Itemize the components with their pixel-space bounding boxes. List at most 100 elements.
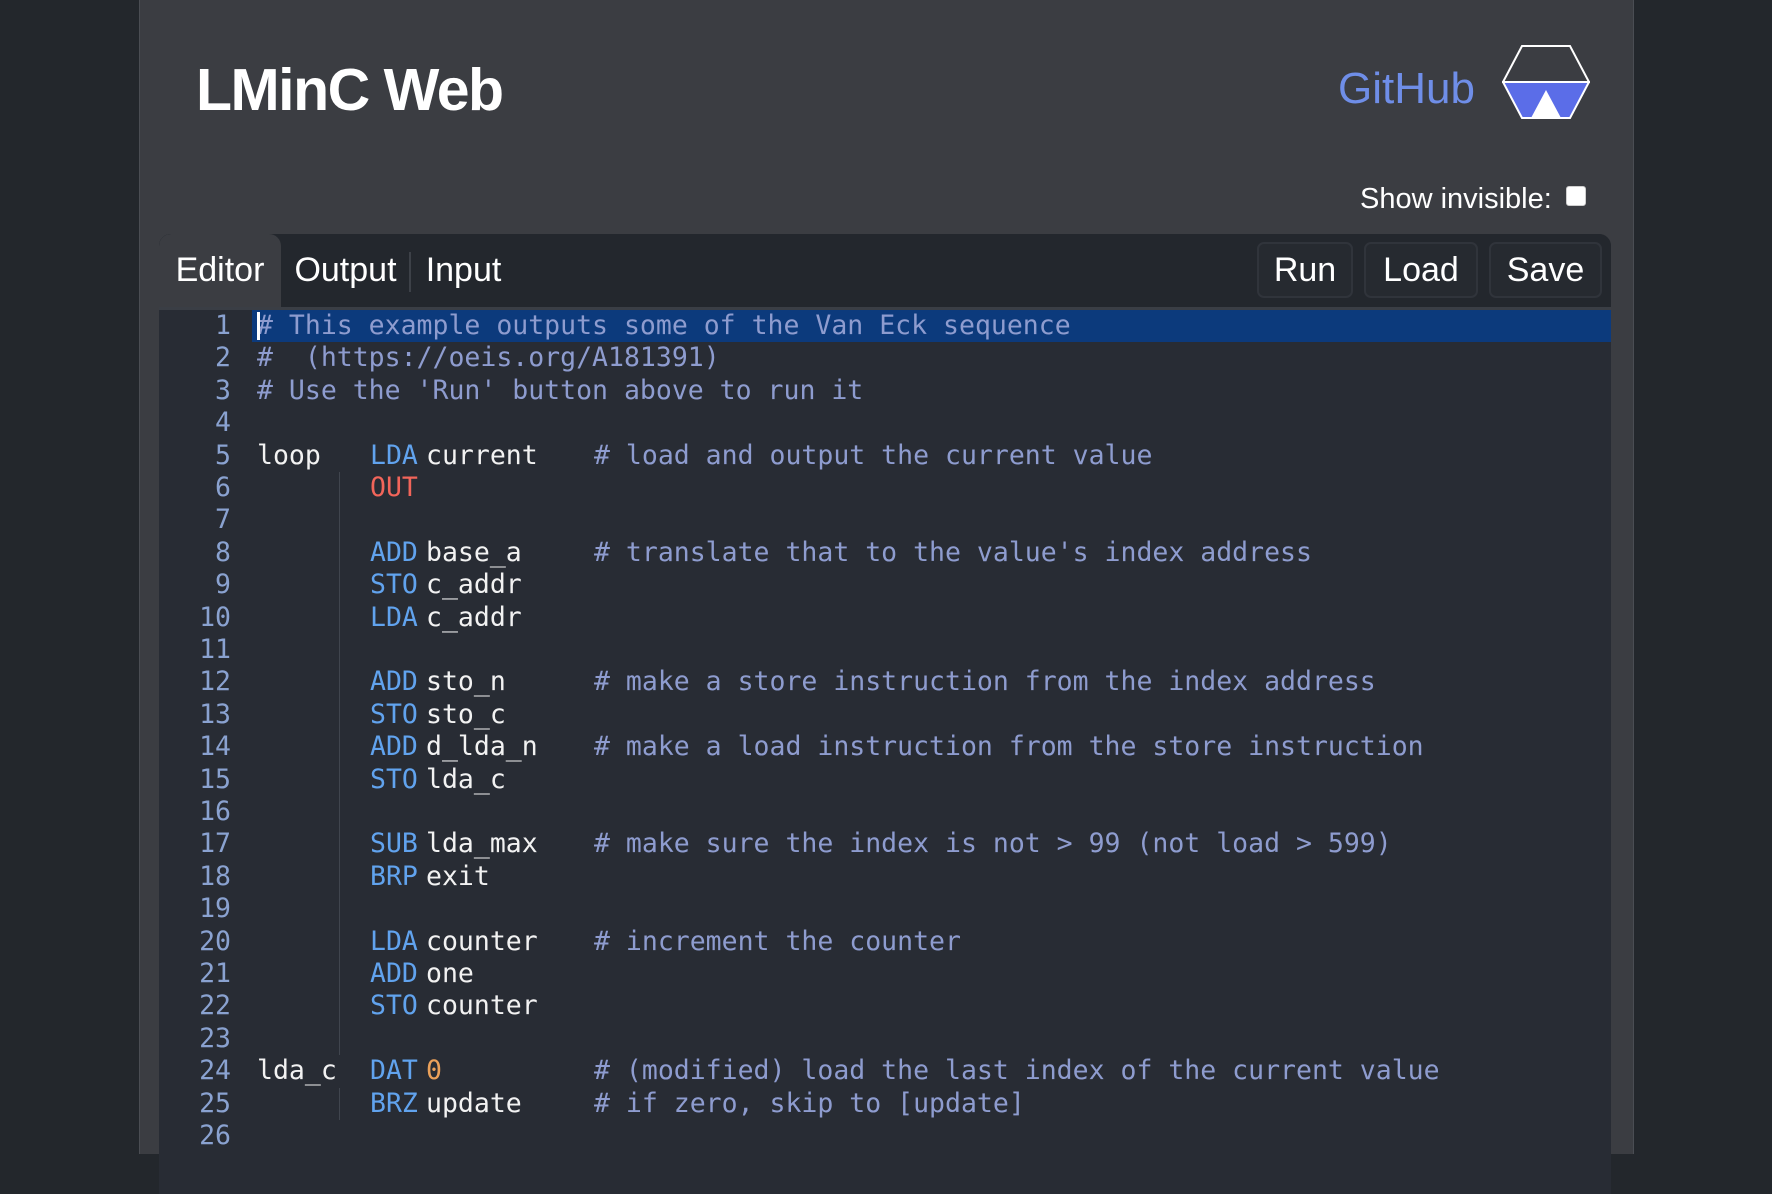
- indent-guide: [339, 634, 340, 667]
- indent-guide: [339, 472, 340, 505]
- code-opcode: DAT: [370, 1055, 418, 1087]
- line-number: 1: [215, 310, 231, 341]
- code-opcode: BRZ: [370, 1087, 418, 1119]
- show-invisible-option: Show invisible:: [1360, 182, 1586, 216]
- save-button[interactable]: Save: [1489, 242, 1602, 298]
- code-operand: counter: [426, 990, 538, 1022]
- code-opcode: STO: [370, 569, 418, 601]
- code-line[interactable]: 2 # (https://oeis.org/A181391): [159, 342, 1611, 374]
- code-line[interactable]: 1 # This example outputs some of the Van …: [159, 310, 1611, 343]
- line-number: 18: [199, 860, 231, 892]
- code-opcode: BRP: [370, 860, 418, 892]
- indent-guide: [339, 504, 340, 537]
- line-number: 26: [199, 1120, 231, 1151]
- code-line[interactable]: 6 OUT: [159, 472, 1611, 505]
- line-number: 2: [215, 342, 231, 374]
- line-number: 3: [215, 374, 231, 406]
- line-number: 13: [199, 698, 231, 730]
- show-invisible-label: Show invisible:: [1360, 182, 1552, 215]
- code-line[interactable]: 15 STO lda_c: [159, 763, 1611, 796]
- code-opcode: LDA: [370, 439, 418, 471]
- code-operand: lda_c: [426, 763, 506, 795]
- code-line[interactable]: 26: [159, 1120, 1611, 1152]
- code-line[interactable]: 25 BRZ update # if zero, skip to [update]: [159, 1087, 1611, 1120]
- code-line[interactable]: 21 ADD one: [159, 958, 1611, 991]
- code-comment: # make a load instruction from the store…: [594, 731, 1424, 763]
- app-logo-icon[interactable]: [1502, 44, 1590, 124]
- indent-guide: [339, 796, 340, 829]
- code-comment: # This example outputs some of the Van E…: [257, 310, 1071, 341]
- indent-guide: [339, 601, 340, 634]
- code-line[interactable]: 4: [159, 407, 1611, 439]
- code-line[interactable]: 8 ADD base_a # translate that to the value'…: [159, 536, 1611, 570]
- line-number: 6: [215, 472, 231, 503]
- code-operand: counter: [426, 925, 538, 957]
- line-number: 4: [215, 407, 231, 439]
- indent-guide: [339, 763, 340, 796]
- line-number: 15: [199, 763, 231, 795]
- code-comment: # (https://oeis.org/A181391): [257, 342, 720, 374]
- load-button[interactable]: Load: [1364, 242, 1478, 298]
- code-opcode: OUT: [370, 472, 418, 503]
- code-line[interactable]: 3 # Use the 'Run' button above to run it: [159, 375, 1611, 407]
- code-comment: # if zero, skip to [update]: [594, 1087, 1025, 1119]
- tab-editor[interactable]: Editor: [159, 234, 281, 307]
- code-operand: sto_c: [426, 698, 506, 730]
- indent-guide: [339, 569, 340, 602]
- line-number: 21: [199, 958, 231, 989]
- code-line[interactable]: 20 LDA counter # increment the counter: [159, 925, 1611, 958]
- line-number: 23: [199, 1022, 231, 1054]
- code-operand: base_a: [426, 536, 522, 568]
- code-operand: sto_n: [426, 666, 506, 698]
- line-number: 14: [199, 731, 231, 763]
- code-label: loop: [257, 439, 321, 471]
- code-editor[interactable]: 1 # This example outputs some of the Van …: [159, 310, 1611, 1194]
- line-number: 7: [215, 504, 231, 536]
- line-number: 24: [199, 1055, 231, 1087]
- code-line[interactable]: 19: [159, 893, 1611, 926]
- indent-guide: [339, 731, 340, 764]
- tab-output[interactable]: Output: [284, 234, 407, 307]
- code-line[interactable]: 5 loop LDA current # load and output the cur…: [159, 440, 1611, 472]
- code-line[interactable]: 7: [159, 504, 1611, 537]
- code-opcode: SUB: [370, 828, 418, 860]
- code-line[interactable]: 12 ADD sto_n # make a store instruction fro…: [159, 666, 1611, 699]
- code-line[interactable]: 14 ADD d_lda_n # make a load instruction fr…: [159, 731, 1611, 764]
- code-operand: update: [426, 1087, 522, 1119]
- code-comment: # translate that to the value's index ad…: [594, 536, 1312, 568]
- line-number: 8: [215, 536, 231, 568]
- page-container: LMinC Web GitHub Show invisible: Editor …: [139, 0, 1634, 1194]
- code-line[interactable]: 17 SUB lda_max # make sure the index is not…: [159, 828, 1611, 861]
- line-number: 5: [215, 439, 231, 471]
- code-line[interactable]: 23: [159, 1022, 1611, 1056]
- indent-guide: [339, 536, 340, 570]
- code-comment: # Use the 'Run' button above to run it: [257, 374, 864, 406]
- code-line[interactable]: 10 LDA c_addr: [159, 601, 1611, 634]
- indent-guide: [339, 828, 340, 861]
- line-number: 12: [199, 666, 231, 698]
- code-opcode: LDA: [370, 601, 418, 633]
- code-line[interactable]: 9 STO c_addr: [159, 569, 1611, 602]
- code-line[interactable]: 18 BRP exit: [159, 860, 1611, 894]
- code-line[interactable]: 11: [159, 634, 1611, 667]
- show-invisible-checkbox[interactable]: [1565, 186, 1586, 206]
- github-link[interactable]: GitHub: [1338, 64, 1475, 114]
- run-button[interactable]: Run: [1257, 242, 1353, 298]
- code-operand: lda_max: [426, 828, 538, 860]
- code-line[interactable]: 24 lda_c DAT 0 # (modified) load the last in…: [159, 1055, 1611, 1087]
- code-operand: exit: [426, 860, 490, 892]
- code-operand: one: [426, 958, 474, 989]
- code-comment: # (modified) load the last index of the …: [594, 1055, 1440, 1087]
- tab-input[interactable]: Input: [410, 234, 517, 307]
- code-comment: # make sure the index is not > 99 (not l…: [594, 828, 1392, 860]
- code-operand: c_addr: [426, 601, 522, 633]
- code-line[interactable]: 22 STO counter: [159, 990, 1611, 1023]
- line-number: 17: [199, 828, 231, 860]
- code-opcode: ADD: [370, 731, 418, 763]
- code-operand: d_lda_n: [426, 731, 538, 763]
- code-line[interactable]: 16: [159, 796, 1611, 829]
- code-line[interactable]: 13 STO sto_c: [159, 698, 1611, 732]
- indent-guide: [339, 925, 340, 958]
- indent-guide: [339, 958, 340, 991]
- code-opcode: LDA: [370, 925, 418, 957]
